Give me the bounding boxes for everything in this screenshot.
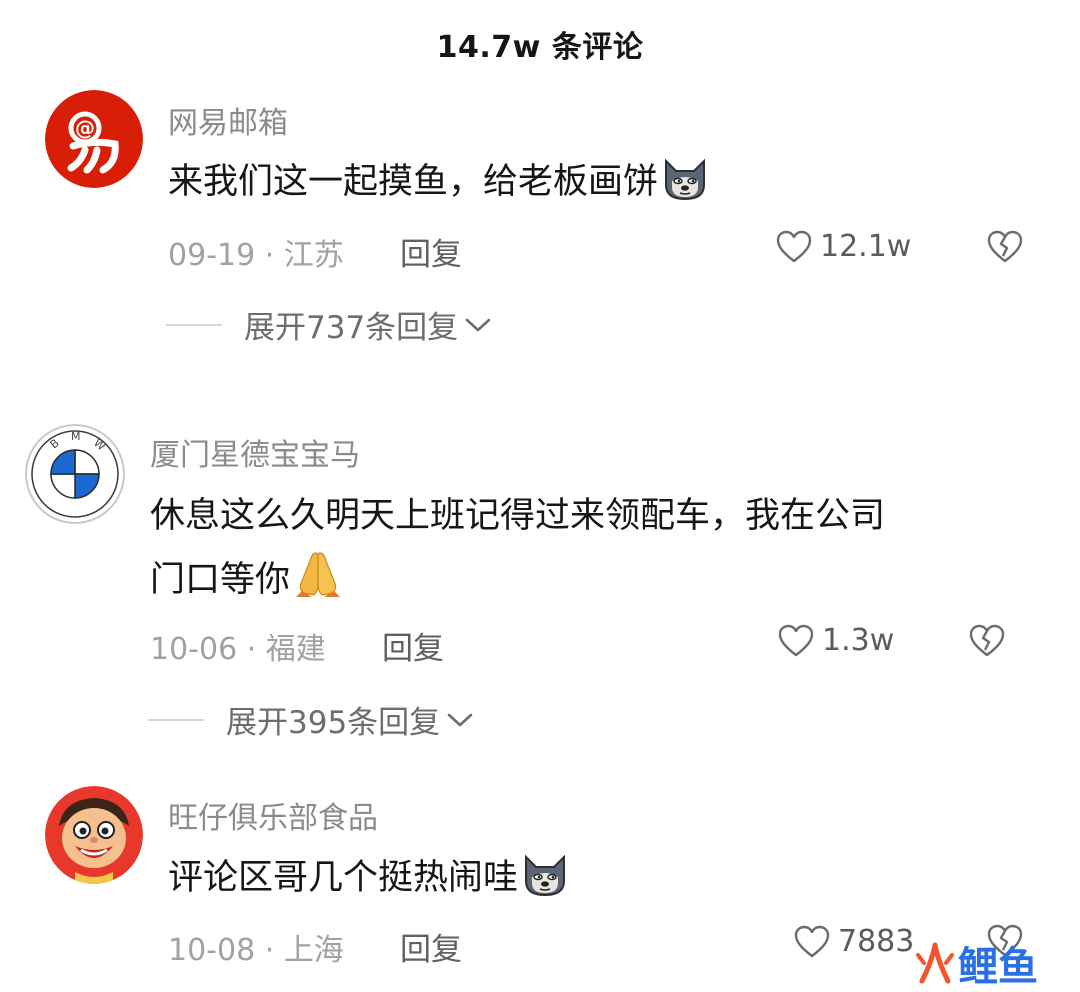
wangzai-mascot-icon	[45, 786, 143, 884]
username[interactable]: 网易邮箱	[168, 98, 288, 142]
comment-text: 休息这么久明天上班记得过来领配车，我在公司 门口等你	[150, 485, 885, 619]
divider-dash	[148, 718, 204, 721]
broken-heart-icon	[969, 624, 1005, 657]
comment-text-line: 评论区哥几个挺热闹哇	[168, 858, 519, 898]
comment-text-line: 休息这么久明天上班记得过来领配车，我在公司	[150, 496, 886, 536]
avatar[interactable]	[45, 786, 143, 884]
avatar[interactable]: B M W	[25, 424, 125, 524]
username[interactable]: 旺仔俱乐部食品	[168, 793, 378, 837]
netease-mail-logo-icon: @	[45, 90, 143, 188]
watermark-logo: 鲤鱼	[912, 934, 1038, 992]
doge-icon	[520, 851, 570, 917]
heart-icon	[776, 230, 812, 262]
svg-text:@: @	[75, 116, 95, 140]
reply-button[interactable]: 回复	[400, 229, 462, 274]
praying-hands-icon	[292, 547, 344, 619]
comment-text-line: 门口等你	[150, 560, 291, 600]
svg-text:M: M	[71, 430, 81, 443]
like-button[interactable]: 1.3w	[778, 623, 894, 658]
like-button[interactable]: 7883	[794, 924, 914, 959]
expand-replies-button[interactable]: 展开395条回复	[148, 697, 474, 742]
broken-heart-icon	[987, 230, 1023, 263]
comment-meta: 10-08 · 上海	[168, 933, 344, 968]
comment-meta: 09-19 · 江苏	[168, 238, 344, 273]
reply-button[interactable]: 回复	[400, 924, 462, 969]
like-count: 1.3w	[822, 623, 895, 658]
watermark-text: 鲤鱼	[958, 944, 1038, 990]
expand-replies-label: 展开395条回复	[226, 705, 441, 741]
heart-icon	[778, 624, 814, 656]
reply-button[interactable]: 回复	[382, 623, 444, 668]
chevron-down-icon	[465, 318, 491, 331]
comment-meta: 10-06 · 福建	[150, 632, 326, 667]
bmw-logo-icon: B M W	[25, 424, 125, 524]
expand-replies-button[interactable]: 展开737条回复	[166, 302, 492, 347]
comment-text: 评论区哥几个挺热闹哇	[168, 847, 570, 917]
comment-text-line: 来我们这一起摸鱼，给老板画饼	[168, 162, 659, 202]
dislike-button[interactable]	[987, 230, 1023, 268]
dislike-button[interactable]	[969, 624, 1005, 662]
chevron-down-icon	[447, 713, 473, 726]
like-button[interactable]: 12.1w	[776, 229, 911, 264]
like-count: 12.1w	[820, 229, 912, 264]
heart-icon	[794, 925, 830, 957]
fire-icon	[916, 942, 954, 984]
username[interactable]: 厦门星德宝宝马	[150, 430, 360, 474]
comment-count-title: 14.7w 条评论	[436, 30, 644, 65]
doge-icon	[660, 155, 710, 221]
divider-dash	[166, 323, 222, 326]
avatar[interactable]: @	[45, 90, 143, 188]
like-count: 7883	[838, 924, 915, 959]
comment-text: 来我们这一起摸鱼，给老板画饼	[168, 151, 710, 221]
expand-replies-label: 展开737条回复	[244, 310, 459, 346]
